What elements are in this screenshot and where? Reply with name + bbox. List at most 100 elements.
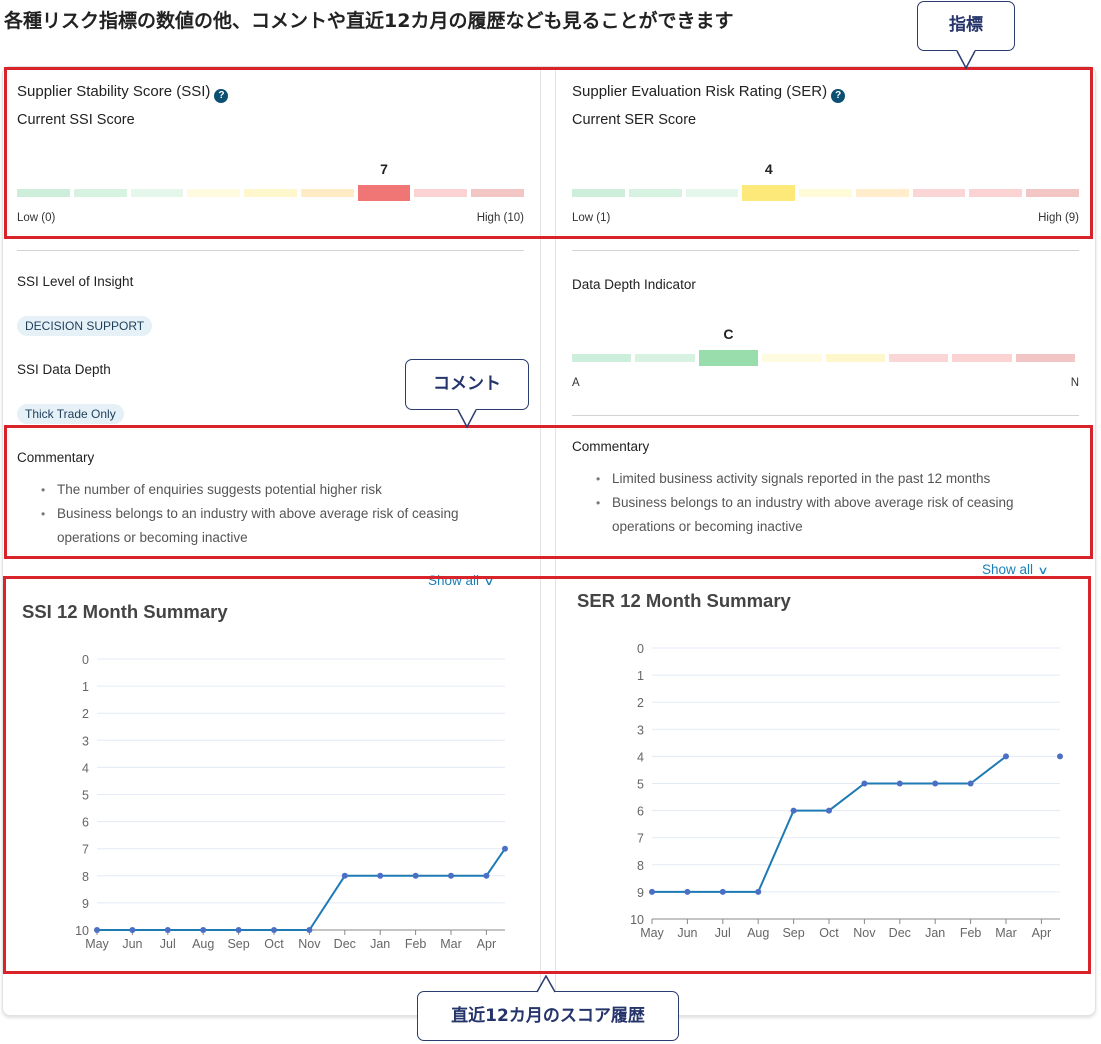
data-point: [932, 780, 939, 787]
x-tick-label: Jun: [677, 926, 697, 940]
ssi-data-depth-label: SSI Data Depth: [17, 362, 111, 377]
data-point: [271, 927, 277, 933]
ssi-low-label: Low (0): [17, 212, 56, 224]
gauge-segment: [572, 189, 625, 197]
ser-commentary-list: Limited business activity signals report…: [596, 467, 1072, 539]
y-tick-label: 9: [82, 897, 89, 911]
gauge-segment: [888, 354, 949, 362]
ser-score-value: 4: [764, 161, 773, 177]
data-point: [129, 927, 136, 933]
gauge-segment: [17, 189, 70, 197]
data-point: [896, 780, 903, 787]
ser-commentary-title: Commentary: [572, 439, 650, 454]
gauge-segment-active: [698, 350, 759, 366]
x-tick-label: Aug: [192, 937, 214, 951]
ssi-title: Supplier Stability Score (SSI)?: [17, 83, 229, 103]
x-tick-label: May: [85, 937, 109, 951]
divider: [572, 250, 1079, 251]
y-tick-label: 5: [637, 778, 644, 792]
column-divider-left: [540, 66, 541, 996]
question-circle-icon[interactable]: ?: [214, 89, 229, 103]
page-heading: 各種リスク指標の数値の他、コメントや直近12カ月の履歴なども見ることができます: [4, 10, 734, 32]
gauge-segment: [1015, 354, 1075, 362]
ssi-title-text: Supplier Stability Score (SSI): [17, 83, 211, 100]
x-tick-label: Feb: [960, 926, 982, 940]
chevron-down-icon: ∨: [483, 576, 495, 588]
y-tick-label: 2: [637, 696, 644, 710]
x-tick-label: May: [640, 926, 664, 940]
question-circle-icon[interactable]: ?: [831, 89, 846, 103]
x-tick-label: Jul: [715, 926, 731, 940]
y-tick-label: 10: [75, 924, 89, 938]
divider: [572, 415, 1079, 416]
ssi-data-depth-badge: Thick Trade Only: [17, 404, 124, 424]
y-tick-label: 5: [82, 789, 89, 803]
x-tick-label: Mar: [440, 937, 462, 951]
y-tick-label: 6: [82, 816, 89, 830]
gauge-segment: [300, 189, 354, 197]
gauge-segment: [825, 354, 885, 362]
gauge-segment: [855, 189, 909, 197]
x-tick-label: Nov: [853, 926, 876, 940]
x-tick-label: Oct: [819, 926, 839, 940]
gauge-segment: [628, 189, 682, 197]
x-tick-label: Feb: [405, 937, 427, 951]
x-tick-label: Jan: [925, 926, 945, 940]
ser-title: Supplier Evaluation Risk Rating (SER)?: [572, 83, 846, 103]
y-tick-label: 8: [82, 870, 89, 884]
x-tick-label: Dec: [334, 937, 356, 951]
y-tick-label: 7: [82, 843, 89, 857]
x-tick-label: Aug: [747, 926, 769, 940]
data-point: [719, 888, 726, 895]
gauge-segment: [952, 354, 1012, 362]
ser-title-text: Supplier Evaluation Risk Rating (SER): [572, 83, 828, 100]
callout-tail-icon: [457, 409, 477, 429]
data-point: [483, 872, 490, 879]
data-point: [412, 872, 419, 879]
y-tick-label: 10: [630, 913, 644, 927]
callout-comments-text: コメント: [433, 374, 501, 394]
x-tick-label: Apr: [1032, 926, 1051, 940]
data-point: [306, 927, 313, 933]
callout-indicators: 指標: [917, 1, 1015, 70]
gauge-segment: [187, 189, 241, 197]
ser-score-gauge: [572, 185, 1079, 205]
ssi-score-value: 7: [380, 161, 388, 177]
ssi-current-label: Current SSI Score: [17, 112, 135, 128]
x-tick-label: Jun: [122, 937, 142, 951]
data-depth-indicator-label: Data Depth Indicator: [572, 277, 696, 292]
ssi-level-of-insight-badge: DECISION SUPPORT: [17, 316, 153, 336]
y-tick-label: 1: [637, 669, 644, 683]
y-tick-label: 0: [82, 653, 89, 667]
data-point: [502, 845, 508, 852]
y-tick-label: 8: [637, 859, 644, 873]
ser-high-label: High (9): [1038, 212, 1079, 224]
ssi-show-all-link[interactable]: Show all ∨: [428, 573, 495, 588]
data-point: [94, 927, 100, 933]
y-tick-label: 6: [637, 805, 644, 819]
data-depth-gauge: [572, 350, 1075, 370]
gauge-segment: [635, 354, 695, 362]
data-point: [684, 888, 691, 895]
data-depth-value: C: [723, 326, 734, 342]
ser-show-all-link[interactable]: Show all ∨: [982, 562, 1049, 577]
data-point: [967, 780, 974, 787]
data-point: [448, 872, 454, 879]
gauge-segment: [471, 189, 524, 197]
callout-tail-icon: [536, 975, 556, 993]
ssi-high-label: High (10): [476, 212, 524, 224]
gauge-segment: [1026, 189, 1079, 197]
callout-history-text: 直近12カ月のスコア履歴: [451, 1006, 645, 1026]
gauge-segment: [244, 189, 297, 197]
x-tick-label: Apr: [477, 937, 496, 951]
data-point: [790, 807, 797, 814]
data-point: [164, 927, 171, 933]
show-all-text: Show all: [428, 573, 480, 588]
show-all-text: Show all: [982, 562, 1034, 577]
ser-line-chart: 0 1 2 3 4 5 6 7 8 9 10May Jun Jul Aug Sep Oct Nov Dec Jan F…: [630, 642, 1095, 940]
data-depth-high-label: N: [1070, 377, 1079, 389]
gauge-segment: [762, 354, 822, 362]
y-tick-label: 7: [637, 832, 644, 846]
ssi-line-chart: 0 1 2 3 4 5 6 7 8 9 10May Jun Jul Aug Sep Oct Nov Dec Jan F…: [75, 653, 508, 951]
data-point: [861, 780, 868, 787]
